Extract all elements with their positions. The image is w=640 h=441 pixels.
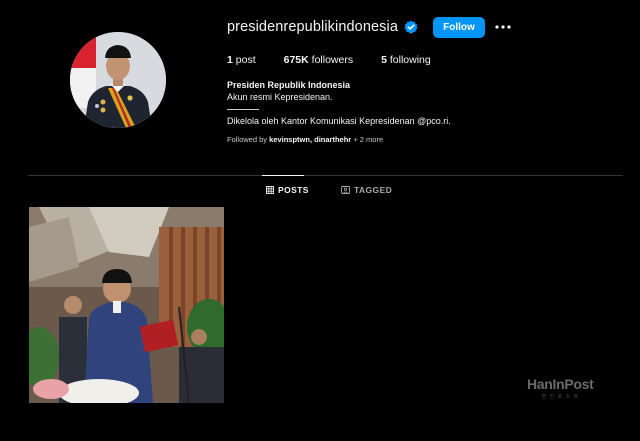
followed-by[interactable]: Followed by kevinsptwn, dinarthehr + 2 m…: [227, 135, 383, 144]
watermark-logo: HanInPost 한 인 포 스 트: [527, 376, 594, 400]
tagged-icon: [341, 186, 350, 194]
followed-by-names: kevinsptwn, dinarthehr: [269, 135, 352, 144]
posts-count-stat: 1 post: [227, 54, 256, 66]
profile-avatar[interactable]: [70, 32, 166, 128]
username: presidenrepublikindonesia: [227, 19, 398, 35]
followers-count: 675K: [283, 54, 309, 66]
more-options-button[interactable]: [494, 18, 512, 36]
avatar-photo: [70, 32, 166, 128]
posts-count: 1: [227, 54, 233, 66]
bio-line: Akun resmi Kepresidenan.: [227, 92, 333, 102]
followed-by-prefix: Followed by: [227, 135, 268, 144]
following-count: 5: [381, 54, 387, 66]
watermark-subtext: 한 인 포 스 트: [541, 394, 580, 400]
post-image: [29, 207, 224, 403]
tab-posts-label: POSTS: [278, 185, 309, 195]
grid-icon: [266, 186, 274, 194]
profile-full-name: Presiden Republik Indonesia: [227, 80, 351, 90]
follow-button[interactable]: Follow: [432, 16, 485, 38]
watermark-text: HanInPost: [527, 376, 594, 392]
followed-by-suffix: + 2 more: [353, 135, 384, 144]
bio-divider: [227, 109, 259, 110]
followers-label: followers: [311, 54, 354, 66]
post-thumbnail[interactable]: [29, 207, 224, 403]
following-label: following: [389, 54, 431, 66]
profile-bio: Presiden Republik Indonesia Akun resmi K…: [227, 79, 527, 127]
profile-page: presidenrepublikindonesia Follow 1 post …: [0, 0, 640, 441]
username-row: presidenrepublikindonesia Follow: [227, 16, 512, 38]
more-options-icon: [495, 25, 511, 29]
tabs-divider: [28, 175, 623, 176]
profile-stats: 1 post 675K followers 5 following: [227, 54, 459, 66]
tab-posts[interactable]: POSTS: [266, 185, 309, 195]
following-stat[interactable]: 5 following: [381, 54, 431, 66]
tab-tagged-label: TAGGED: [354, 185, 393, 195]
verified-badge-icon: [404, 20, 418, 34]
tab-tagged[interactable]: TAGGED: [341, 185, 392, 195]
posts-count-label: post: [235, 54, 256, 66]
active-tab-indicator: [262, 175, 304, 176]
bio-managed-by: Dikelola oleh Kantor Komunikasi Kepresid…: [227, 116, 451, 126]
followers-stat[interactable]: 675K followers: [284, 54, 353, 66]
